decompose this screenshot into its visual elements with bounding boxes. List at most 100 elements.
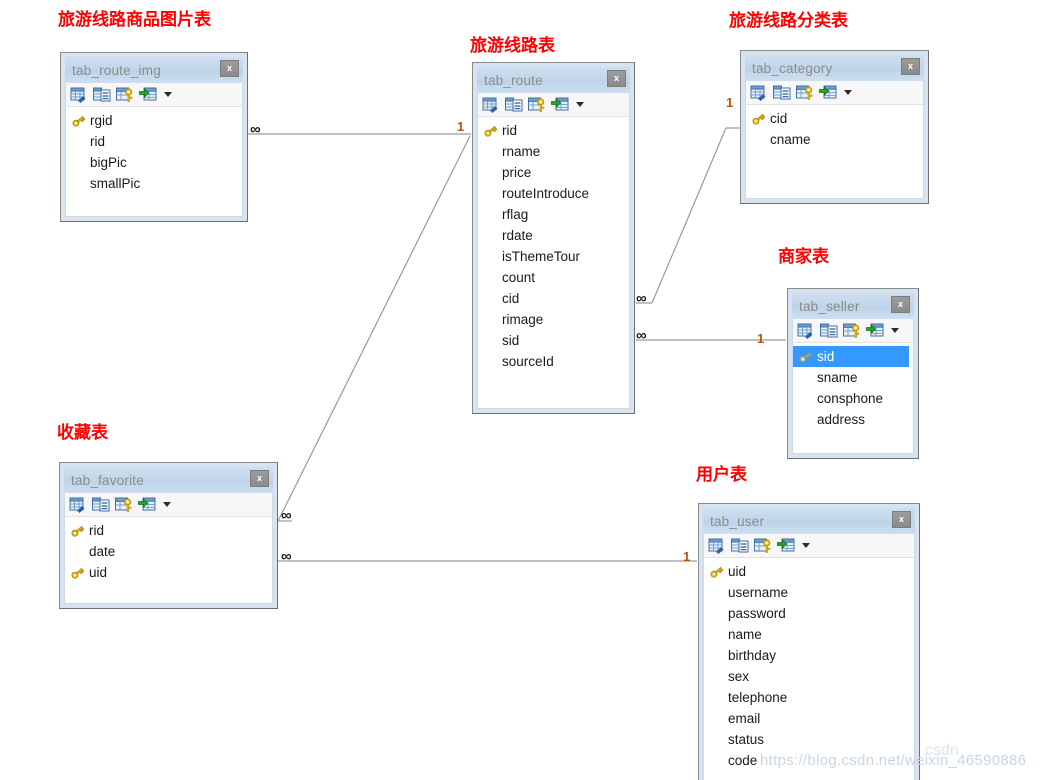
chevron-down-icon[interactable] xyxy=(164,92,172,97)
field-row[interactable]: rid xyxy=(478,120,629,141)
table-insert-icon[interactable] xyxy=(139,87,157,103)
table-toolbar[interactable] xyxy=(704,534,914,558)
close-icon[interactable]: x xyxy=(250,470,269,487)
table-edit-icon[interactable] xyxy=(708,538,726,554)
table-title-bar[interactable]: tab_route_img x xyxy=(65,57,243,83)
field-row[interactable]: address xyxy=(793,409,913,430)
field-row[interactable]: rname xyxy=(478,141,629,162)
table-toolbar[interactable] xyxy=(66,83,242,107)
table-data-icon[interactable] xyxy=(505,97,523,113)
field-row[interactable]: birthday xyxy=(704,645,914,666)
field-row[interactable]: sname xyxy=(793,367,913,388)
field-name: name xyxy=(728,626,762,642)
primary-key-icon xyxy=(70,524,89,538)
field-row[interactable]: sex xyxy=(704,666,914,687)
close-icon[interactable]: x xyxy=(901,58,920,75)
field-row[interactable]: cid xyxy=(478,288,629,309)
primary-key-icon-muted xyxy=(798,350,817,364)
table-key-icon[interactable] xyxy=(796,85,814,101)
table-tab-route[interactable]: tab_route x rid rname price routeIntrodu… xyxy=(472,62,635,414)
table-data-icon[interactable] xyxy=(92,497,110,513)
table-key-icon[interactable] xyxy=(754,538,772,554)
table-edit-icon[interactable] xyxy=(750,85,768,101)
table-edit-icon[interactable] xyxy=(69,497,87,513)
table-data-icon[interactable] xyxy=(773,85,791,101)
chevron-down-icon[interactable] xyxy=(163,502,171,507)
field-row[interactable]: isThemeTour xyxy=(478,246,629,267)
table-tab-favorite[interactable]: tab_favorite x rid date uid xyxy=(59,462,278,609)
table-insert-icon[interactable] xyxy=(777,538,795,554)
table-insert-icon[interactable] xyxy=(866,323,884,339)
table-edit-icon[interactable] xyxy=(797,323,815,339)
field-row[interactable]: uid xyxy=(704,561,914,582)
table-tab-user[interactable]: tab_user x uid username password name bi… xyxy=(698,503,920,780)
close-icon[interactable]: x xyxy=(220,60,239,77)
chevron-down-icon[interactable] xyxy=(844,90,852,95)
field-row-selected[interactable]: sid xyxy=(793,346,909,367)
table-toolbar[interactable] xyxy=(793,319,913,343)
field-row[interactable]: rdate xyxy=(478,225,629,246)
primary-key-icon xyxy=(751,112,770,126)
table-tab-route-img[interactable]: tab_route_img x rgid rid bigPic smallPic xyxy=(60,52,248,222)
table-toolbar[interactable] xyxy=(746,81,923,105)
field-row[interactable]: username xyxy=(704,582,914,603)
table-title-bar[interactable]: tab_category x xyxy=(745,55,924,81)
table-title-bar[interactable]: tab_favorite x xyxy=(64,467,273,493)
table-key-icon[interactable] xyxy=(843,323,861,339)
field-row[interactable]: cid xyxy=(746,108,923,129)
field-row[interactable]: sid xyxy=(478,330,629,351)
field-row[interactable]: status xyxy=(704,729,914,750)
table-title-bar[interactable]: tab_route x xyxy=(477,67,630,93)
field-row[interactable]: rflag xyxy=(478,204,629,225)
table-tab-category[interactable]: tab_category x cid cname xyxy=(740,50,929,204)
field-row[interactable]: routeIntroduce xyxy=(478,183,629,204)
field-row[interactable]: rimage xyxy=(478,309,629,330)
field-row[interactable]: telephone xyxy=(704,687,914,708)
field-row[interactable]: date xyxy=(65,541,272,562)
field-name: date xyxy=(89,543,116,559)
field-name: sid xyxy=(817,348,835,364)
table-toolbar[interactable] xyxy=(65,493,272,517)
field-row[interactable]: price xyxy=(478,162,629,183)
table-data-icon[interactable] xyxy=(820,323,838,339)
field-name: rname xyxy=(502,143,541,159)
field-row[interactable]: smallPic xyxy=(66,173,242,194)
field-name: password xyxy=(728,605,786,621)
connector-favorite-route xyxy=(277,135,471,522)
field-row[interactable]: rgid xyxy=(66,110,242,131)
chevron-down-icon[interactable] xyxy=(576,102,584,107)
table-edit-icon[interactable] xyxy=(482,97,500,113)
field-row[interactable]: rid xyxy=(65,520,272,541)
table-insert-icon[interactable] xyxy=(138,497,156,513)
field-row[interactable]: cname xyxy=(746,129,923,150)
table-key-icon[interactable] xyxy=(115,497,133,513)
table-insert-icon[interactable] xyxy=(819,85,837,101)
field-row[interactable]: consphone xyxy=(793,388,913,409)
field-name: count xyxy=(502,269,536,285)
field-row[interactable]: password xyxy=(704,603,914,624)
cardinality-route-seller-many: ∞ xyxy=(636,327,647,344)
table-tab-seller[interactable]: tab_seller x sid sname consphone address xyxy=(787,288,919,459)
field-row[interactable]: name xyxy=(704,624,914,645)
field-row[interactable]: sourceId xyxy=(478,351,629,372)
field-name: consphone xyxy=(817,390,884,406)
table-title-bar[interactable]: tab_seller x xyxy=(792,293,914,319)
table-data-icon[interactable] xyxy=(731,538,749,554)
close-icon[interactable]: x xyxy=(892,511,911,528)
field-row[interactable]: bigPic xyxy=(66,152,242,173)
field-row[interactable]: email xyxy=(704,708,914,729)
table-insert-icon[interactable] xyxy=(551,97,569,113)
field-row[interactable]: count xyxy=(478,267,629,288)
chevron-down-icon[interactable] xyxy=(802,543,810,548)
table-title-bar[interactable]: tab_user x xyxy=(703,508,915,534)
table-toolbar[interactable] xyxy=(478,93,629,117)
field-row[interactable]: uid xyxy=(65,562,272,583)
table-key-icon[interactable] xyxy=(528,97,546,113)
chevron-down-icon[interactable] xyxy=(891,328,899,333)
table-data-icon[interactable] xyxy=(93,87,111,103)
close-icon[interactable]: x xyxy=(891,296,910,313)
close-icon[interactable]: x xyxy=(607,70,626,87)
field-row[interactable]: rid xyxy=(66,131,242,152)
table-key-icon[interactable] xyxy=(116,87,134,103)
table-edit-icon[interactable] xyxy=(70,87,88,103)
